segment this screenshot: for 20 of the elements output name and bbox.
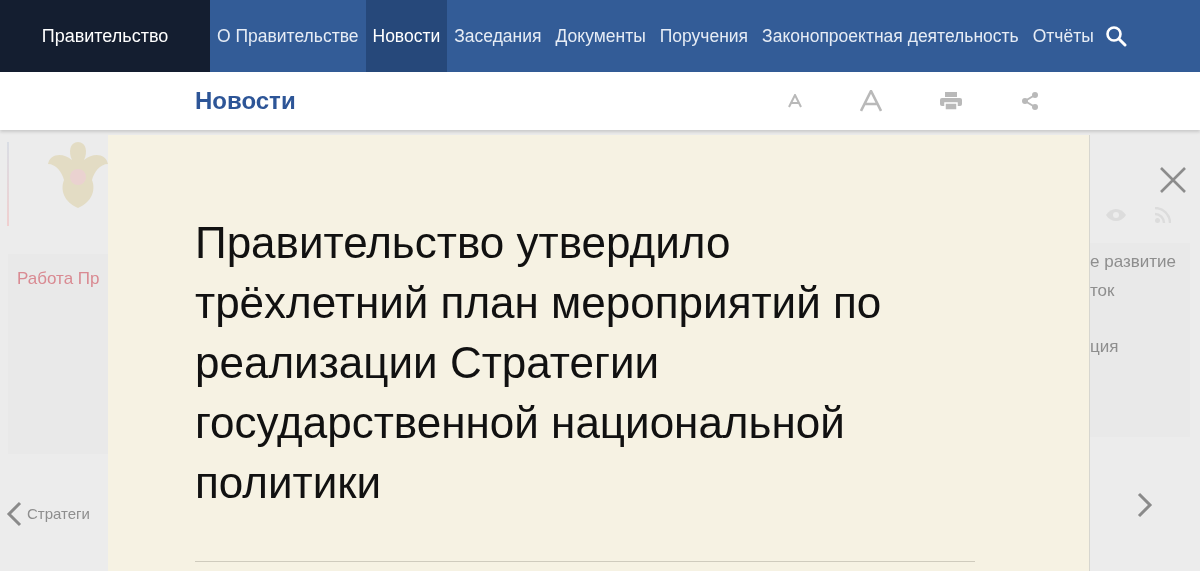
large-font-icon[interactable] [859, 90, 882, 112]
small-font-icon[interactable] [787, 94, 802, 108]
article-headline: Правительство утвердило трёхлетний план мероприятий по реализации Стратегии государственной национальной политики [195, 217, 883, 509]
section-title: Новости [195, 87, 296, 115]
background-text: Стратеги [27, 504, 90, 524]
background-text: ток [1090, 280, 1116, 302]
site-brand[interactable]: Правительство [0, 0, 210, 72]
nav-link[interactable]: Законопроектная деятельность [755, 0, 1026, 72]
search-icon[interactable] [1104, 25, 1127, 47]
nav-link[interactable]: Заседания [447, 0, 549, 72]
nav-link[interactable]: Новости [365, 0, 448, 72]
background-text: ция [1090, 336, 1120, 358]
close-icon[interactable] [1160, 167, 1186, 193]
share-icon[interactable] [1019, 91, 1040, 111]
nav-link[interactable]: Документы [548, 0, 653, 72]
nav-link[interactable]: О Правительстве [210, 0, 366, 72]
nav-link[interactable]: Поручения [652, 0, 756, 72]
background-text: е развитие [1090, 251, 1177, 273]
nav-link[interactable]: Отчёты [1025, 0, 1101, 72]
print-icon[interactable] [939, 92, 962, 110]
